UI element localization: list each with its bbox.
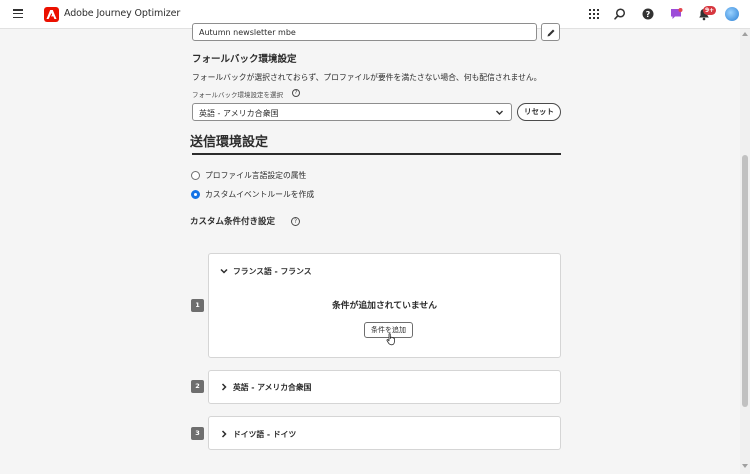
item-number-3: 3 — [191, 427, 204, 440]
card-title[interactable]: ドイツ語 - ドイツ — [233, 429, 296, 440]
hand-cursor-icon — [386, 333, 396, 346]
chat-icon[interactable] — [669, 7, 683, 21]
chevron-right-icon[interactable] — [220, 383, 228, 391]
notification-badge: 9+ — [703, 6, 717, 15]
pencil-icon — [547, 29, 555, 37]
info-icon[interactable]: ? — [292, 89, 300, 97]
scrollbar-thumb[interactable] — [742, 155, 748, 407]
item-number-2: 2 — [191, 380, 204, 393]
app-title: Adobe Journey Optimizer — [64, 8, 181, 19]
chevron-right-icon[interactable] — [220, 430, 228, 438]
section-divider — [192, 153, 561, 155]
grid-icon[interactable] — [587, 7, 601, 21]
radio-label-profile-language[interactable]: プロファイル言語設定の属性 — [205, 170, 306, 181]
condition-card-1: フランス語 - フランス 条件が追加されていません 条件を追加 — [208, 253, 561, 358]
chevron-down-icon — [496, 110, 503, 115]
radio-label-custom-event-rule[interactable]: カスタムイベントルールを作成 — [205, 189, 314, 200]
card-title[interactable]: 英語 - アメリカ合衆国 — [233, 382, 311, 393]
fallback-heading: フォールバック環境設定 — [192, 54, 297, 65]
search-icon[interactable] — [613, 7, 627, 21]
radio-profile-language[interactable] — [191, 171, 200, 180]
item-number-1: 1 — [191, 299, 204, 312]
chevron-down-icon[interactable] — [220, 267, 228, 275]
reset-button[interactable]: リセット — [517, 103, 561, 121]
send-settings-heading: 送信環境設定 — [190, 135, 269, 150]
name-input[interactable]: Autumn newsletter mbe — [192, 23, 537, 41]
fallback-description: フォールバックが選択されておらず、プロファイルが要件を満たさない場合、何も配信さ… — [192, 73, 542, 82]
card-title[interactable]: フランス語 - フランス — [233, 266, 312, 277]
help-icon[interactable]: ? — [641, 7, 655, 21]
edit-button[interactable] — [541, 23, 560, 41]
hamburger-icon[interactable] — [13, 9, 23, 19]
custom-settings-heading: カスタム条件付き設定 — [190, 217, 276, 227]
condition-card-3: ドイツ語 - ドイツ — [208, 416, 561, 450]
radio-custom-event-rule[interactable] — [191, 190, 200, 199]
condition-card-2: 英語 - アメリカ合衆国 — [208, 370, 561, 404]
fallback-selected-value: 英語 - アメリカ合衆国 — [199, 109, 279, 118]
adobe-logo — [44, 7, 59, 22]
scroll-up-arrow[interactable] — [742, 32, 748, 36]
svg-text:?: ? — [646, 10, 651, 19]
empty-state-text: 条件が追加されていません — [331, 301, 438, 311]
fallback-select-label: フォールバック環境設定を選択 — [192, 91, 283, 99]
user-avatar[interactable] — [725, 7, 739, 21]
scroll-down-arrow[interactable] — [742, 464, 748, 468]
info-icon[interactable]: ? — [291, 217, 300, 226]
fallback-select[interactable]: 英語 - アメリカ合衆国 — [192, 103, 512, 121]
